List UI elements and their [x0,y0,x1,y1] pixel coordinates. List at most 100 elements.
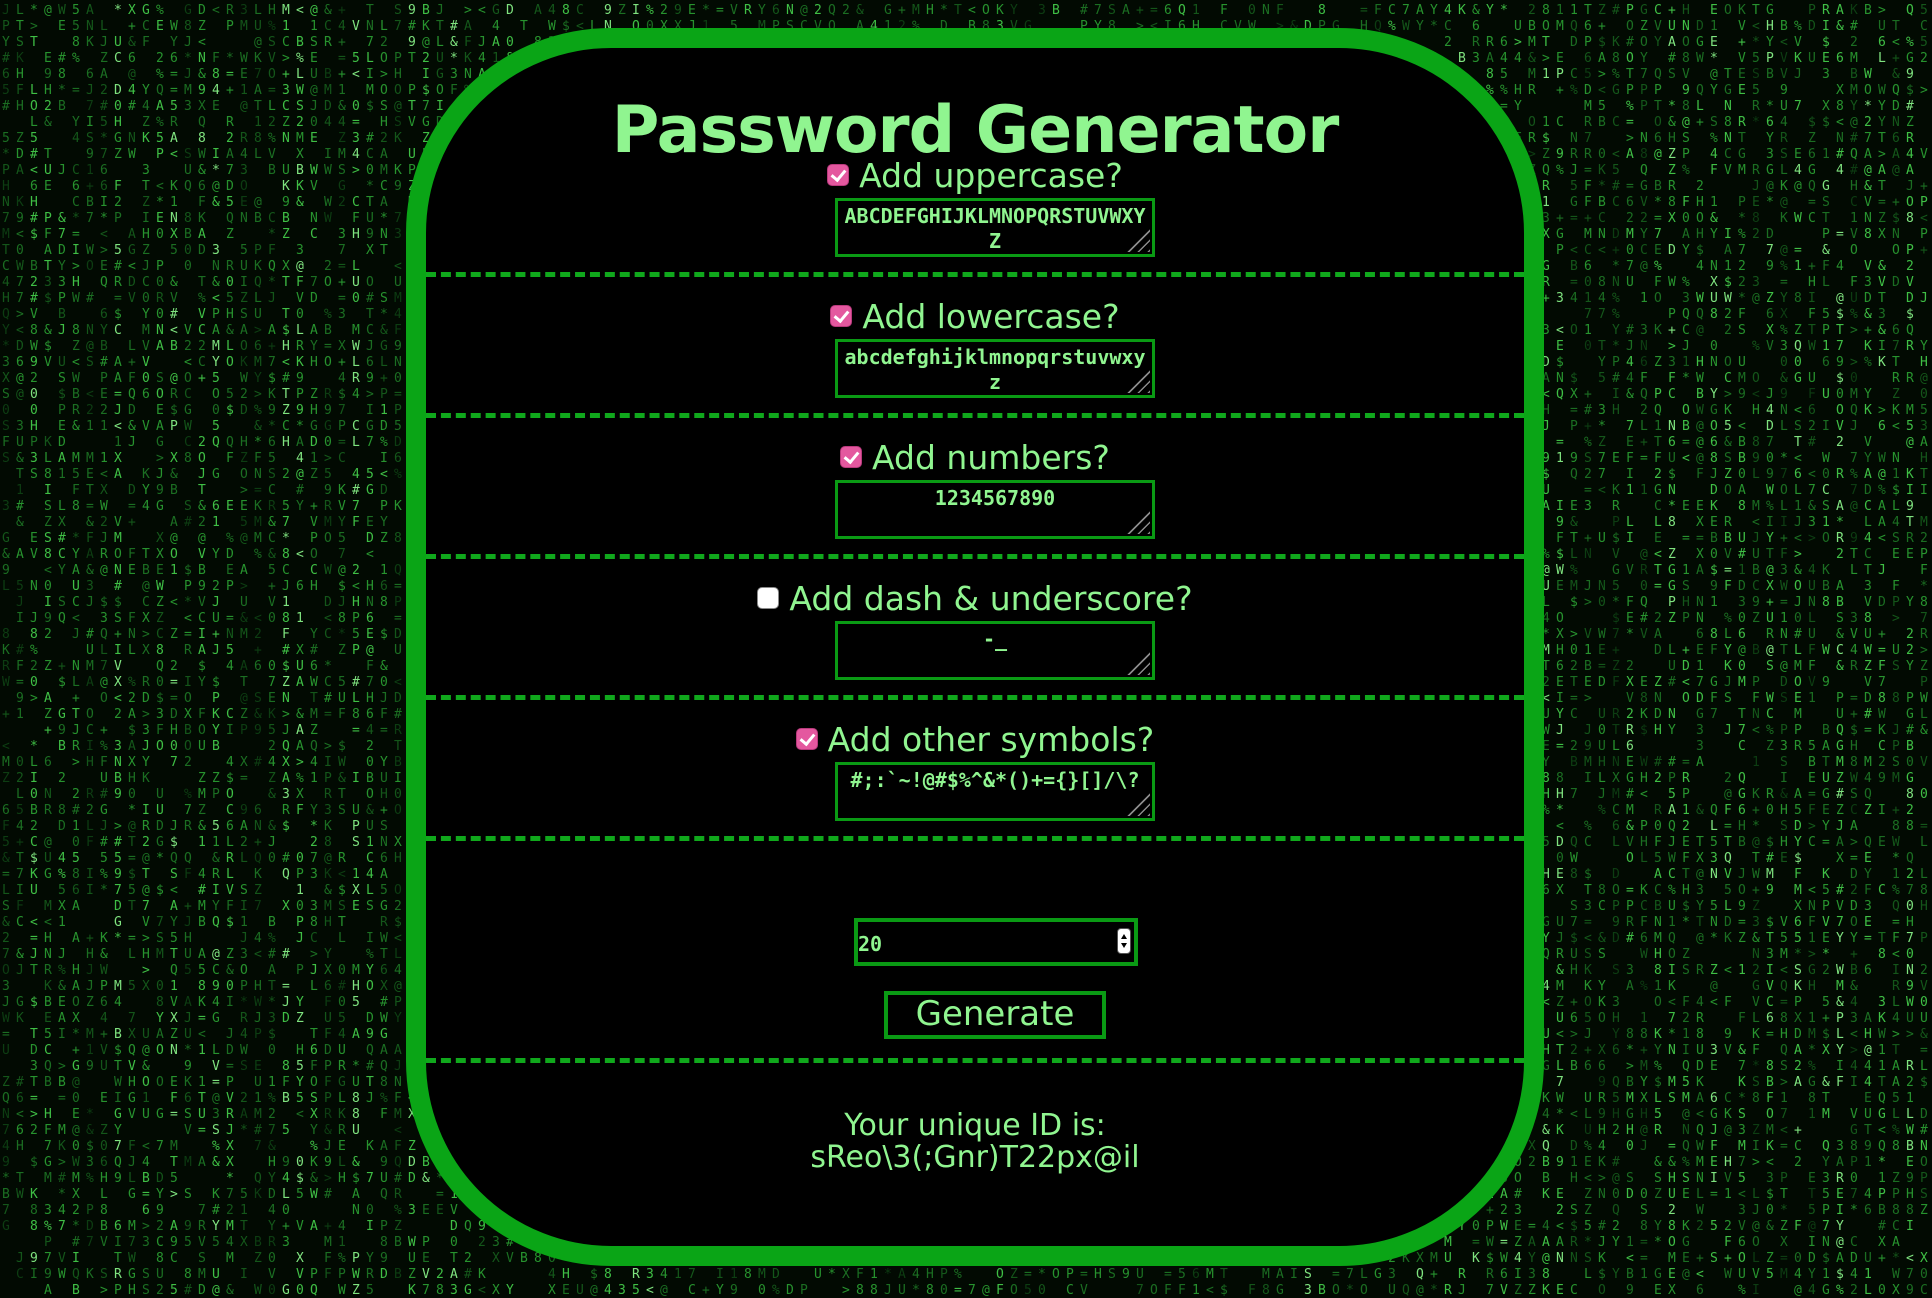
svg-text:6: 6 [16,1091,24,1106]
svg-text:#: # [352,483,360,498]
resize-handle-icon[interactable] [1126,510,1150,534]
dash-underscore-checkbox[interactable] [757,587,780,609]
svg-text:9: 9 [324,403,332,418]
svg-text:B: B [422,3,430,18]
svg-text:L: L [226,339,234,354]
numbers-charset-textarea[interactable]: 1234567890 [835,480,1155,539]
svg-text:<: < [282,355,290,370]
svg-text:%: % [58,963,66,978]
svg-text:1: 1 [352,867,360,882]
spinner-down-icon[interactable] [1121,943,1127,948]
svg-text:X: X [2,371,10,386]
svg-text:Y: Y [310,1123,318,1138]
svg-text:5: 5 [282,1123,290,1138]
svg-text:L: L [128,947,136,962]
svg-text:%: % [184,787,192,802]
symbols-checkbox[interactable] [795,728,818,750]
svg-text:S: S [100,1267,108,1282]
svg-text:Q: Q [170,851,178,866]
svg-text:3: 3 [156,707,164,722]
svg-text:7: 7 [114,1139,122,1154]
svg-text:M: M [198,1267,206,1282]
svg-text:4: 4 [324,115,332,130]
password-length-input[interactable]: 20 [854,918,1138,966]
svg-text:R: R [282,803,290,818]
numbers-checkbox[interactable] [840,446,863,468]
dash-underscore-charset-textarea[interactable]: -_ [835,621,1155,680]
svg-text:*: * [72,1027,80,1042]
number-spinner-icon[interactable] [1117,928,1131,954]
svg-text:P: P [408,83,416,98]
svg-text:Y: Y [268,1171,276,1186]
svg-text:8: 8 [394,531,402,546]
resize-handle-icon[interactable] [1126,651,1150,675]
svg-text:K: K [142,131,150,146]
svg-text:S: S [184,1107,192,1122]
svg-text:6: 6 [198,179,206,194]
svg-text:A: A [268,323,276,338]
svg-text:&: & [100,947,108,962]
lowercase-charset-textarea[interactable]: abcdefghijklmnopqrstuvwxyz [835,339,1155,398]
svg-text:3: 3 [142,723,150,738]
svg-text:C: C [114,51,122,66]
svg-text:C: C [282,99,290,114]
lowercase-checkbox[interactable] [830,305,853,327]
svg-text:7: 7 [268,1123,276,1138]
svg-text:S: S [394,3,402,18]
uppercase-charset-textarea[interactable]: ABCDEFGHIJKLMNOPQRSTUVWXYZ [835,198,1155,257]
svg-text:S: S [2,419,10,434]
svg-text:#: # [114,835,122,850]
svg-text:#: # [30,147,38,162]
svg-text:#: # [282,851,290,866]
svg-text:P: P [394,995,402,1010]
svg-text:#: # [100,835,108,850]
svg-text:=: = [198,1011,206,1026]
svg-text:C: C [282,563,290,578]
symbols-charset-text: #;:`~!@#$%^&*()+={}[]/\? [851,768,1140,792]
svg-text:#: # [310,643,318,658]
svg-text:Q: Q [100,627,108,642]
svg-text:L: L [128,339,136,354]
svg-text:1: 1 [296,611,304,626]
svg-text:M: M [72,1171,80,1186]
svg-text:3: 3 [310,899,318,914]
generate-button[interactable]: Generate [884,991,1106,1039]
resize-handle-icon[interactable] [1126,792,1150,816]
svg-text:7: 7 [422,1283,430,1298]
svg-text:%: % [338,1251,346,1266]
svg-text:4: 4 [100,1011,108,1026]
svg-text:D: D [408,1171,416,1186]
svg-text:>: > [142,931,150,946]
svg-text:J: J [296,931,304,946]
svg-text:C: C [170,1251,178,1266]
svg-text:4: 4 [268,755,276,770]
svg-text:5: 5 [156,131,164,146]
symbols-charset-textarea[interactable]: #;:`~!@#$%^&*()+={}[]/\? [835,762,1155,821]
resize-handle-icon[interactable] [1126,369,1150,393]
svg-text:O: O [226,787,234,802]
svg-text:#: # [338,979,346,994]
svg-text:R: R [184,819,192,834]
svg-text:V: V [184,323,192,338]
svg-text:N: N [366,19,374,34]
spinner-up-icon[interactable] [1121,934,1127,939]
svg-text:A: A [86,3,94,18]
svg-text:7: 7 [2,211,10,226]
svg-text:J: J [30,611,38,626]
svg-text:W: W [240,371,248,386]
resize-handle-icon[interactable] [1126,228,1150,252]
svg-text:M: M [184,83,192,98]
svg-text:#: # [114,579,122,594]
svg-text:L: L [100,19,108,34]
uppercase-checkbox[interactable] [827,164,850,186]
svg-text:M: M [758,1267,766,1282]
svg-text:$: $ [86,1139,94,1154]
svg-text:O: O [198,723,206,738]
svg-text:3: 3 [142,163,150,178]
svg-text:*: * [114,3,122,18]
svg-text:>: > [324,1171,332,1186]
svg-text:7: 7 [688,1267,696,1282]
svg-text:9: 9 [730,1283,738,1298]
svg-text:P: P [44,211,52,226]
svg-text:0: 0 [296,1283,304,1298]
